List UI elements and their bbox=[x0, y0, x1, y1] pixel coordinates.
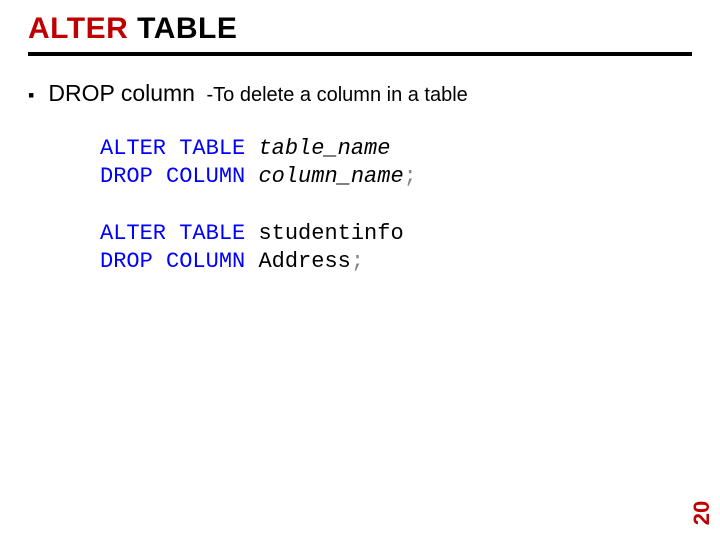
sql-keyword: ALTER TABLE bbox=[100, 136, 258, 161]
title-rest: TABLE bbox=[128, 12, 237, 45]
title-accent-letter: ALTER bbox=[28, 12, 128, 45]
sql-keyword: ALTER TABLE bbox=[100, 221, 258, 246]
bullet-desc-text: -To delete a column in a table bbox=[201, 84, 468, 106]
sql-semicolon: ; bbox=[404, 164, 417, 189]
bullet-text: DROP column -To delete a column in a tab… bbox=[48, 80, 467, 107]
bullet-item: ▪ DROP column -To delete a column in a t… bbox=[28, 80, 692, 107]
sql-keyword: DROP COLUMN bbox=[100, 249, 258, 274]
sql-placeholder: table_name bbox=[258, 136, 390, 161]
sql-identifier: Address bbox=[258, 249, 350, 274]
sql-identifier: studentinfo bbox=[258, 221, 403, 246]
code-block-syntax: ALTER TABLE table_name DROP COLUMN colum… bbox=[100, 135, 692, 190]
sql-placeholder: column_name bbox=[258, 164, 403, 189]
sql-keyword: DROP COLUMN bbox=[100, 164, 258, 189]
bullet-marker-icon: ▪ bbox=[28, 86, 34, 104]
code-line: ALTER TABLE studentinfo bbox=[100, 220, 692, 248]
code-line: DROP COLUMN Address; bbox=[100, 248, 692, 276]
slide-title: ALTER TABLE bbox=[28, 12, 692, 56]
code-line: DROP COLUMN column_name; bbox=[100, 163, 692, 191]
page-number: 20 bbox=[689, 501, 715, 525]
code-block-example: ALTER TABLE studentinfo DROP COLUMN Addr… bbox=[100, 220, 692, 275]
sql-semicolon: ; bbox=[351, 249, 364, 274]
bullet-strong-text: DROP column bbox=[48, 80, 195, 106]
code-line: ALTER TABLE table_name bbox=[100, 135, 692, 163]
slide: ALTER TABLE ▪ DROP column -To delete a c… bbox=[0, 0, 720, 540]
